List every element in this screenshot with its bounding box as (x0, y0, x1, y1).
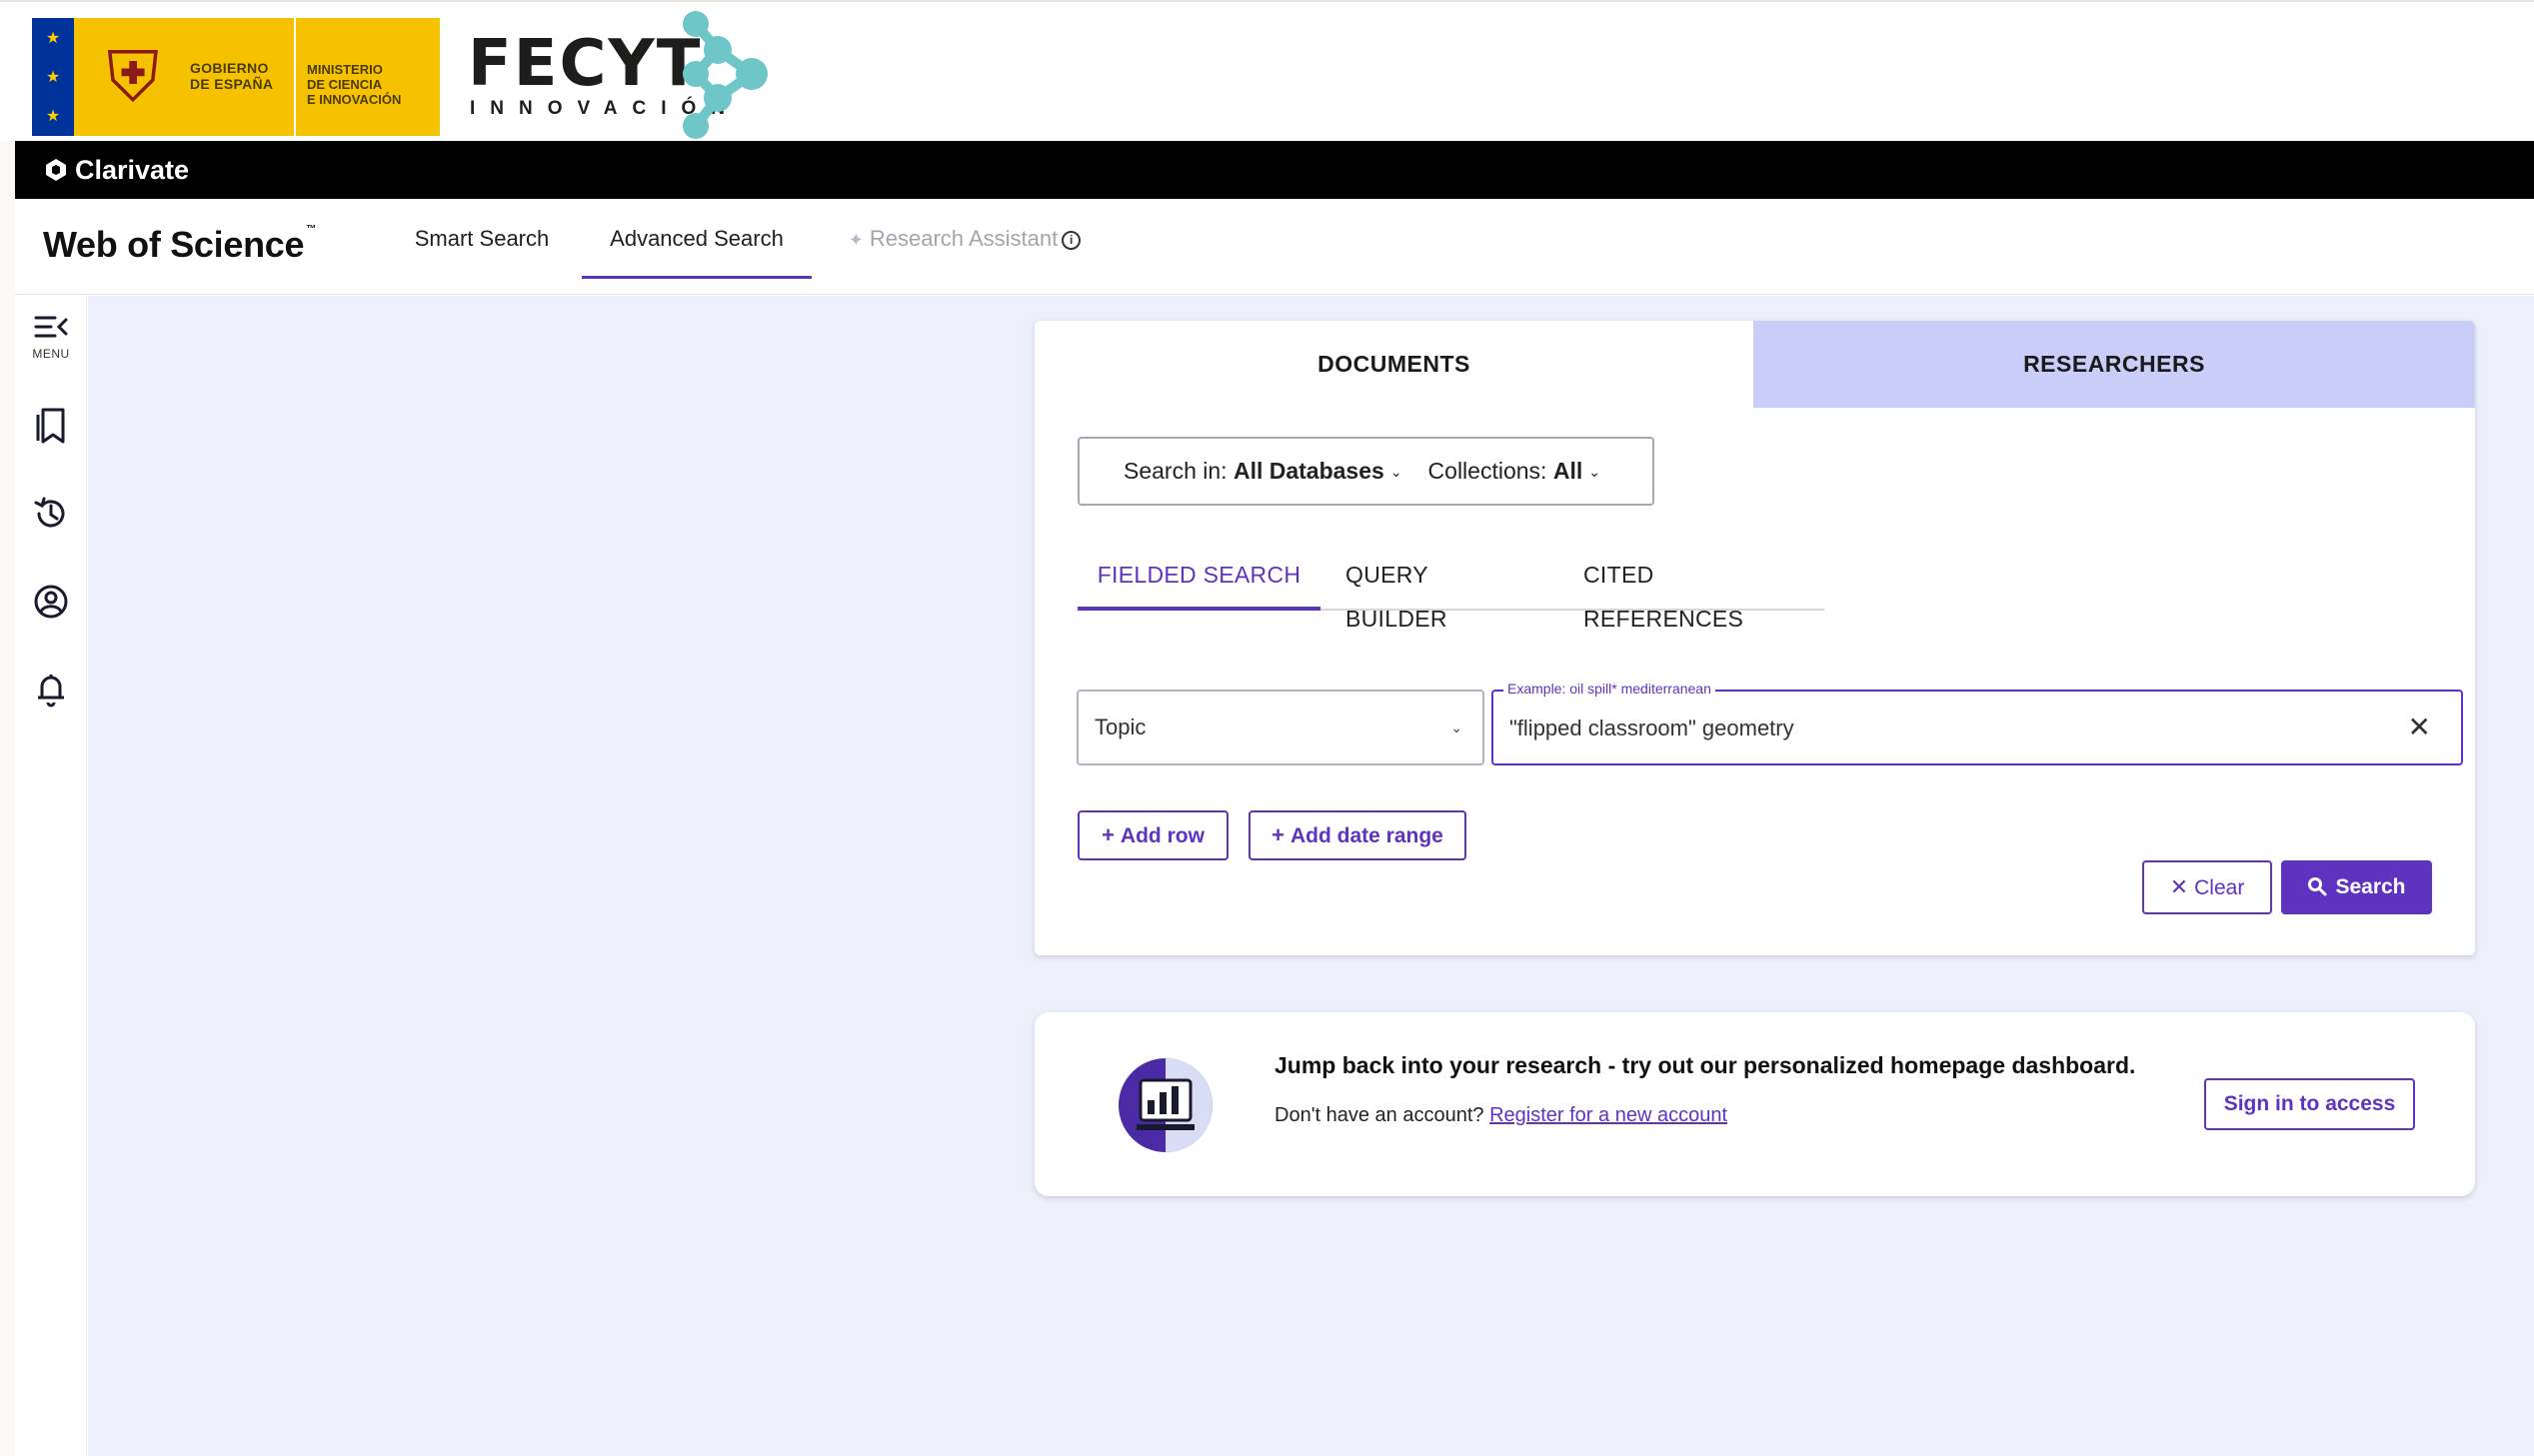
close-icon: ✕ (2169, 874, 2189, 899)
marked-list-button[interactable] (15, 407, 87, 445)
user-profile-icon (34, 585, 68, 619)
institution-banner: ★ ★ ★ ⛨ GOBIERNO DE ESPAÑA MINISTERIO DE C… (0, 0, 2534, 141)
tab-query-builder[interactable]: QUERY BUILDER (1345, 553, 1525, 632)
clear-button[interactable]: ✕ Clear (2142, 860, 2272, 914)
add-date-range-button[interactable]: + Add date range (1249, 810, 1466, 860)
info-icon[interactable]: i (1062, 230, 1082, 250)
search-history-button[interactable] (15, 495, 87, 533)
dashboard-illustration-icon (1119, 1058, 1213, 1152)
search-field-select[interactable]: Topic ⌄ (1077, 690, 1484, 765)
clarivate-bar: Clarivate (15, 141, 2534, 199)
profile-button[interactable] (15, 583, 87, 621)
sign-in-button[interactable]: Sign in to access (2204, 1078, 2415, 1130)
search-button[interactable]: Search (2281, 860, 2432, 914)
close-icon[interactable]: ✕ (2408, 692, 2431, 763)
clarivate-brand-text: Clarivate (75, 154, 190, 185)
collections-dropdown[interactable]: Collections: All ⌄ (1428, 458, 1626, 485)
tab-research-assistant[interactable]: ✦ Research Assistant i (835, 199, 1095, 279)
search-card: DOCUMENTS RESEARCHERS Search in: All Dat… (1035, 321, 2475, 955)
clarivate-mark-icon (46, 159, 66, 181)
search-icon (2308, 877, 2327, 896)
clarivate-logo[interactable]: Clarivate (43, 153, 189, 187)
left-rail: MENU (15, 295, 87, 1456)
gov-label: GOBIERNO DE ESPAÑA (190, 60, 274, 92)
chevron-down-icon: ⌄ (1389, 464, 1402, 480)
bell-icon (38, 675, 64, 708)
promo-headline: Jump back into your research - try out o… (1274, 1052, 2136, 1078)
chevron-down-icon: ⌄ (1588, 464, 1600, 480)
bookmark-list-icon (36, 408, 65, 444)
alerts-button[interactable] (15, 671, 87, 709)
search-mode-tabs: FIELDED SEARCH QUERY BUILDER CITED REFER… (1078, 553, 1824, 632)
tab-researchers[interactable]: RESEARCHERS (1753, 321, 2475, 408)
database-selector: Search in: All Databases ⌄ Collections: A… (1078, 437, 1654, 506)
fecyt-molecule-icon (683, 11, 768, 139)
gobierno-de-espana-logo: ★ ★ ★ ⛨ GOBIERNO DE ESPAÑA MINISTERIO DE C… (32, 18, 440, 136)
menu-label: MENU (32, 347, 70, 361)
search-in-dropdown[interactable]: Search in: All Databases ⌄ (1124, 458, 1428, 485)
dashboard-promo-card: Jump back into your research - try out o… (1035, 1012, 2475, 1196)
tab-cited-references[interactable]: CITED REFERENCES (1583, 553, 1803, 632)
register-link[interactable]: Register for a new account (1489, 1104, 1727, 1126)
eu-flag-strip: ★ ★ ★ (32, 18, 74, 136)
promo-subtext: Don't have an account? Register for a ne… (1274, 1104, 1727, 1126)
history-icon (34, 497, 65, 528)
fecyt-logo-text: FECYT (468, 27, 703, 101)
plus-icon: + (1102, 822, 1115, 847)
ministry-label: MINISTERIO DE CIENCIA E INNOVACIÓN (307, 62, 402, 107)
chevron-down-icon: ⌄ (1450, 720, 1462, 735)
query-text: "flipped classroom" geometry (1509, 716, 1794, 740)
search-query-input[interactable]: Example: oil spill* mediterranean "flipp… (1491, 680, 2463, 765)
menu-button[interactable]: MENU (15, 313, 87, 361)
tab-advanced-search[interactable]: Advanced Search (582, 199, 812, 279)
plus-icon: + (1271, 822, 1284, 847)
spain-coat-of-arms-icon: ⛨ (106, 38, 160, 116)
tab-documents[interactable]: DOCUMENTS (1035, 321, 1753, 408)
product-header: Web of Science ™ Smart Search Advanced Se… (15, 199, 2534, 295)
add-row-button[interactable]: + Add row (1078, 810, 1229, 860)
tab-smart-search[interactable]: Smart Search (367, 199, 597, 279)
tab-fielded-search[interactable]: FIELDED SEARCH (1078, 553, 1320, 611)
query-example-label: Example: oil spill* mediterranean (1503, 680, 1715, 698)
sparkle-icon: ✦ (848, 230, 864, 250)
web-of-science-logo[interactable]: Web of Science ™ (43, 224, 316, 266)
menu-collapse-icon (34, 316, 68, 338)
